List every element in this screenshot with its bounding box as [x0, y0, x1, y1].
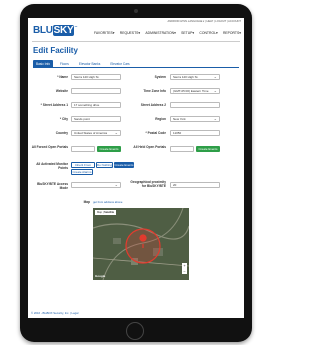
brand-logo[interactable]: BLUSKY™ [33, 25, 77, 36]
create-events-button[interactable]: Create Events [114, 162, 134, 168]
logo-text-b: SKY [52, 25, 75, 36]
create-alarms-button[interactable]: Create Alarms [71, 169, 93, 175]
postal-field[interactable]: 11050 [170, 130, 220, 136]
activated-label: All Activated Monitor Points [36, 162, 68, 170]
system-select[interactable]: Sierra 120 High St. [170, 74, 220, 80]
home-button[interactable] [126, 322, 144, 340]
city-field[interactable]: Sands point [71, 116, 121, 122]
map-type-satellite[interactable]: Satellite [104, 211, 114, 214]
nav-favorites[interactable]: FAVORITES▾ [94, 31, 114, 35]
map-imagery [93, 208, 189, 280]
nav-reports[interactable]: REPORTS▾ [223, 31, 241, 35]
proximity-label: Geographical proximity for BluSKY/BTE [130, 180, 166, 188]
street2-label: Street Address 2 [140, 103, 166, 107]
page-title: Edit Facility [33, 46, 78, 55]
nav-administration[interactable]: ADMINISTRATION▾ [145, 31, 175, 35]
utility-links[interactable]: ANDROID HTML LANGUAGE ▾ | HELP | LOGOUT … [168, 20, 241, 23]
access-mode-label: BluSKY/BTE Access Mode [37, 182, 68, 190]
map-label: Map [83, 200, 90, 204]
website-label: Website [55, 89, 68, 93]
street1-label: * Street Address 1 [40, 103, 68, 107]
nav-control[interactable]: CONTROL▾ [199, 31, 217, 35]
map-type-toggle[interactable]: Map | Satellite [95, 210, 117, 215]
do-nothing-button[interactable]: Do Nothing [96, 162, 113, 168]
screen: ANDROID HTML LANGUAGE ▾ | HELP | LOGOUT … [28, 18, 244, 318]
country-select[interactable]: United States of America [71, 130, 121, 136]
held-open-field[interactable] [170, 146, 194, 152]
forced-open-create-events-button[interactable]: Create Events [97, 146, 121, 152]
timezone-select[interactable]: (GMT-05:00) Eastern Time [170, 88, 220, 94]
main-nav: FAVORITES▾ REQUESTS▾ ADMINISTRATION▾ SET… [94, 31, 241, 35]
google-logo: Google [95, 274, 106, 278]
postal-label: * Postal Code [145, 131, 166, 135]
camera [134, 9, 138, 13]
tablet-frame: ANDROID HTML LANGUAGE ▾ | HELP | LOGOUT … [20, 4, 252, 342]
country-label: Country [55, 131, 68, 135]
held-open-create-events-button[interactable]: Create Events [196, 146, 220, 152]
website-field[interactable] [71, 88, 121, 94]
access-mode-select[interactable] [71, 182, 121, 188]
held-open-label: All Held Open Portals [133, 145, 166, 149]
header-divider [32, 41, 240, 42]
logo-trademark: ™ [74, 25, 78, 29]
region-select[interactable]: New York [170, 116, 220, 122]
region-label: Region [155, 117, 166, 121]
facility-map[interactable]: Map | Satellite + − Google [93, 208, 189, 280]
forced-open-field[interactable] [71, 146, 95, 152]
footer-text[interactable]: © 2016 - BluBOX Security, Inc. | Legal [31, 311, 78, 315]
timezone-label: Time Zone Info [143, 89, 166, 93]
inherit-from-system-button[interactable]: Inherit From System [71, 162, 95, 172]
name-field[interactable]: Sierra 120 High St. [71, 74, 121, 80]
map-from-address-link[interactable]: get from address above [93, 200, 122, 204]
street1-field[interactable]: 17 something drive [71, 102, 121, 108]
city-label: * City [59, 117, 68, 121]
logo-text-a: BLU [33, 25, 53, 36]
name-label: * Name [57, 75, 68, 79]
street2-field[interactable] [170, 102, 220, 108]
nav-setup[interactable]: SETUP▾ [181, 31, 194, 35]
zoom-controls[interactable]: + − [182, 263, 187, 274]
zoom-out-icon[interactable]: − [182, 269, 187, 275]
forced-open-label: All Forced Open Portals [31, 145, 68, 149]
system-label: System [154, 75, 166, 79]
tab-underline [33, 67, 239, 68]
nav-requests[interactable]: REQUESTS▾ [120, 31, 140, 35]
proximity-field[interactable]: 20 [170, 182, 220, 188]
map-type-map[interactable]: Map [97, 211, 102, 214]
